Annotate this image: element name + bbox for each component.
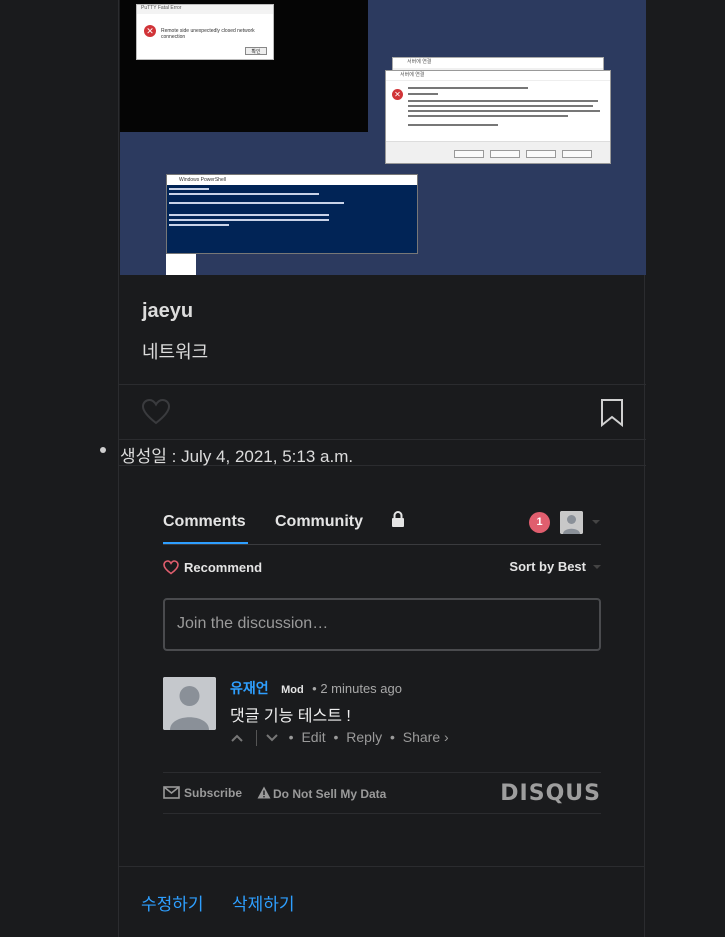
post-subtitle: 네트워크 bbox=[142, 342, 209, 362]
vote-separator bbox=[255, 730, 257, 747]
comment-timestamp[interactable]: • 2 minutes ago bbox=[312, 681, 402, 696]
divider bbox=[119, 384, 646, 385]
comment-input[interactable]: Join the discussion… bbox=[163, 598, 601, 651]
divider bbox=[163, 772, 601, 773]
user-avatar[interactable] bbox=[560, 511, 583, 534]
downvote-icon[interactable] bbox=[265, 733, 279, 743]
chevron-down-icon[interactable] bbox=[592, 520, 600, 524]
like-heart-icon[interactable] bbox=[141, 398, 171, 426]
share-link[interactable]: Share › bbox=[403, 729, 449, 745]
do-not-sell-link[interactable]: Do Not Sell My Data bbox=[257, 786, 386, 801]
divider bbox=[119, 439, 646, 440]
taskbar-fragment bbox=[166, 254, 196, 275]
putty-error-dialog: PuTTY Fatal Error ✕ Remote side unexpect… bbox=[136, 4, 274, 60]
upvote-icon[interactable] bbox=[230, 733, 244, 743]
comment-header: 유재언 Mod • 2 minutes ago bbox=[230, 678, 402, 698]
warning-icon bbox=[257, 786, 271, 799]
notification-badge[interactable]: 1 bbox=[529, 512, 550, 533]
avatar-silhouette-icon bbox=[163, 677, 216, 730]
powershell-title: Windows PowerShell bbox=[167, 175, 417, 185]
envelope-icon bbox=[163, 786, 180, 799]
edit-link[interactable]: Edit bbox=[301, 729, 325, 745]
putty-dialog-title: PuTTY Fatal Error bbox=[137, 5, 273, 14]
subscribe-link[interactable]: Subscribe bbox=[163, 786, 242, 800]
moderator-badge: Mod bbox=[281, 684, 304, 696]
disqus-tabs: Comments Community 1 bbox=[163, 500, 601, 546]
sql-error-dialog: 서버에 연결 ✕ bbox=[385, 70, 611, 164]
error-icon: ✕ bbox=[144, 25, 156, 37]
recommend-label: Recommend bbox=[184, 560, 263, 575]
reply-link[interactable]: Reply bbox=[346, 729, 382, 745]
comment-input-placeholder: Join the discussion… bbox=[177, 615, 329, 632]
divider bbox=[119, 866, 645, 867]
do-not-sell-label: Do Not Sell My Data bbox=[273, 787, 387, 801]
edit-post-link[interactable]: 수정하기 bbox=[141, 895, 204, 914]
putty-ok-button: 확인 bbox=[245, 47, 267, 55]
created-label: 생성일 bbox=[120, 447, 167, 466]
putty-error-message: Remote side unexpectedly closed network … bbox=[161, 28, 255, 40]
chevron-down-icon[interactable] bbox=[593, 565, 601, 569]
heart-icon bbox=[163, 560, 179, 575]
post-author: jaeyu bbox=[142, 300, 194, 322]
delete-post-link[interactable]: 삭제하기 bbox=[232, 895, 295, 914]
comment-author-link[interactable]: 유재언 bbox=[230, 680, 269, 696]
created-value: : July 4, 2021, 5:13 a.m. bbox=[166, 447, 354, 466]
disqus-logo[interactable]: DISQUS bbox=[500, 781, 601, 806]
comment-body: 댓글 기능 테스트 ! bbox=[230, 708, 351, 725]
error-icon: ✕ bbox=[392, 89, 403, 100]
avatar-silhouette-icon bbox=[560, 511, 583, 534]
post-actions: 수정하기 삭제하기 bbox=[141, 890, 319, 915]
powershell-window: Windows PowerShell bbox=[166, 174, 418, 254]
bullet-icon bbox=[100, 447, 106, 453]
lock-icon[interactable] bbox=[391, 510, 405, 528]
subscribe-label: Subscribe bbox=[184, 786, 243, 800]
disqus-footer: Subscribe Do Not Sell My Data DISQUS bbox=[163, 781, 601, 808]
bookmark-icon[interactable] bbox=[600, 399, 624, 427]
divider bbox=[163, 813, 601, 814]
sort-by-dropdown[interactable]: Sort by Best bbox=[509, 559, 586, 574]
comment-item: 유재언 Mod • 2 minutes ago 댓글 기능 테스트 ! • Ed… bbox=[163, 677, 601, 757]
comment-avatar[interactable] bbox=[163, 677, 216, 730]
terminal-background: PuTTY Fatal Error ✕ Remote side unexpect… bbox=[120, 0, 368, 132]
comment-actions: • Edit • Reply • Share › bbox=[230, 729, 453, 747]
tab-divider bbox=[163, 544, 601, 545]
tab-community[interactable]: Community bbox=[275, 513, 363, 531]
post-screenshot-image: PuTTY Fatal Error ✕ Remote side unexpect… bbox=[120, 0, 646, 275]
tab-comments[interactable]: Comments bbox=[163, 513, 246, 531]
